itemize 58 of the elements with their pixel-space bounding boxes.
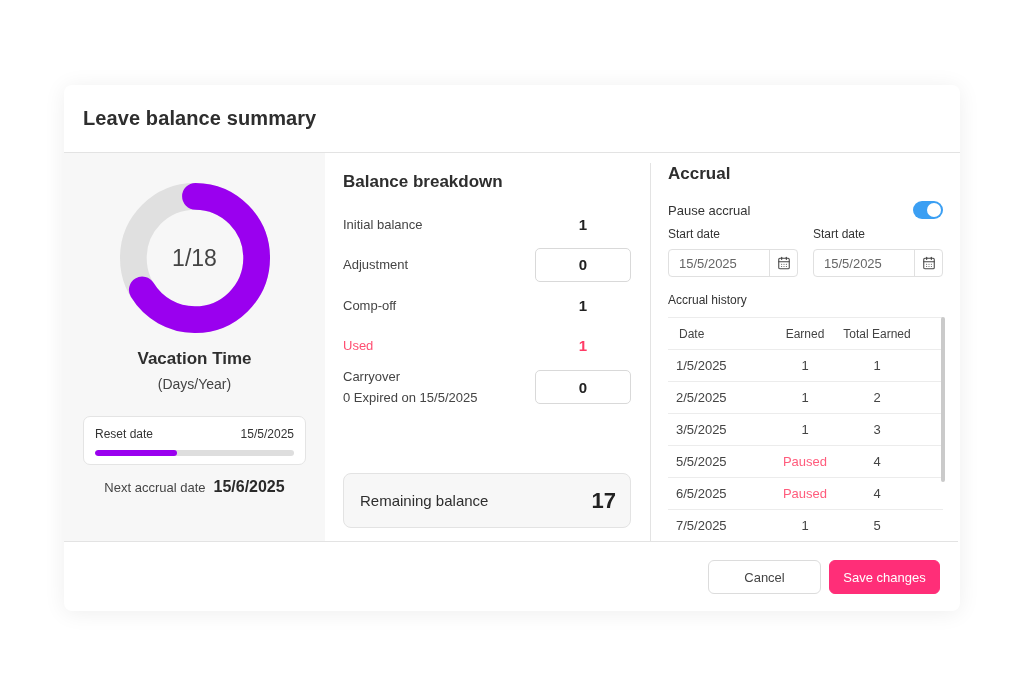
date-input[interactable]: 15/5/2025 — [669, 250, 769, 276]
table-cell-text: 5/5/2025 — [675, 454, 728, 469]
breakdown-label: Comp-off — [343, 297, 397, 313]
dialog-title: Leave balance summary — [83, 107, 317, 130]
date-input[interactable]: 15/5/2025 — [814, 250, 914, 276]
table-cell-text: 1/5/2025 — [675, 358, 728, 373]
reset-date-value: 15/5/2025 — [240, 427, 294, 442]
breakdown-label: Carryover — [343, 369, 401, 384]
calendar-icon[interactable] — [921, 256, 936, 270]
table-cell-text: 3/5/2025 — [675, 422, 728, 437]
column-header: Total Earned — [842, 326, 912, 341]
table-cell-text: 1 — [800, 358, 810, 373]
table-cell-text: 2 — [872, 390, 882, 405]
table-cell-text: 4 — [872, 486, 882, 501]
ring-label: 1/18 — [172, 244, 217, 272]
table-cell-text: 7/5/2025 — [675, 518, 728, 533]
column-header: Date — [678, 326, 706, 341]
date-field[interactable]: 15/5/2025 — [668, 249, 798, 277]
number-input[interactable]: 0 — [535, 370, 631, 404]
table-cell-text: Paused — [781, 454, 829, 469]
pause-accrual-label: Pause accrual — [668, 202, 751, 218]
expiry-note: 0 Expired on 15/5/2025 — [343, 390, 478, 405]
table-cell-text: 4 — [872, 454, 882, 469]
breakdown-value: 1 — [577, 337, 589, 354]
table-cell-text: 2/5/2025 — [675, 390, 728, 405]
table-cell-text: Paused — [781, 486, 829, 501]
table-cell-text: 3 — [872, 422, 882, 437]
table-cell-text: 1 — [800, 422, 810, 437]
table-cell-text: 6/5/2025 — [675, 486, 728, 501]
section-title: Accrual — [668, 163, 731, 185]
cancel-button[interactable]: Cancel — [708, 560, 821, 594]
next-accrual-date: 15/6/2025 — [213, 478, 285, 496]
remaining-balance-value: 17 — [591, 487, 616, 514]
field-label: Start date — [813, 226, 866, 243]
leave-type-title: Vacation Time — [137, 348, 252, 370]
history-label: Accrual history — [668, 292, 747, 309]
breakdown-label: Used — [343, 338, 374, 353]
section-title: Balance breakdown — [343, 171, 503, 193]
table-cell-text: 5 — [872, 518, 882, 533]
table-cell-text: 1 — [800, 390, 810, 405]
breakdown-label: Initial balance — [343, 216, 423, 232]
toggle-switch[interactable] — [913, 201, 943, 219]
breakdown-value: 1 — [577, 296, 589, 314]
field-label: Start date — [668, 226, 721, 243]
table-cell-text: 1 — [872, 358, 882, 373]
scrollbar[interactable] — [941, 317, 945, 482]
save-button[interactable]: Save changes — [829, 560, 940, 594]
next-accrual-label: Next accrual date — [104, 480, 206, 495]
number-input[interactable]: 0 — [535, 247, 631, 282]
remaining-balance-label: Remaining balance — [360, 492, 489, 509]
date-field[interactable]: 15/5/2025 — [813, 249, 943, 277]
calendar-icon[interactable] — [776, 256, 791, 270]
reset-date-label: Reset date — [95, 427, 154, 442]
breakdown-value: 1 — [577, 215, 589, 233]
unit-label: (Days/Year) — [157, 375, 232, 393]
table-cell-text: 1 — [800, 518, 810, 533]
column-header: Earned — [784, 326, 826, 341]
breakdown-label: Adjustment — [343, 257, 409, 272]
